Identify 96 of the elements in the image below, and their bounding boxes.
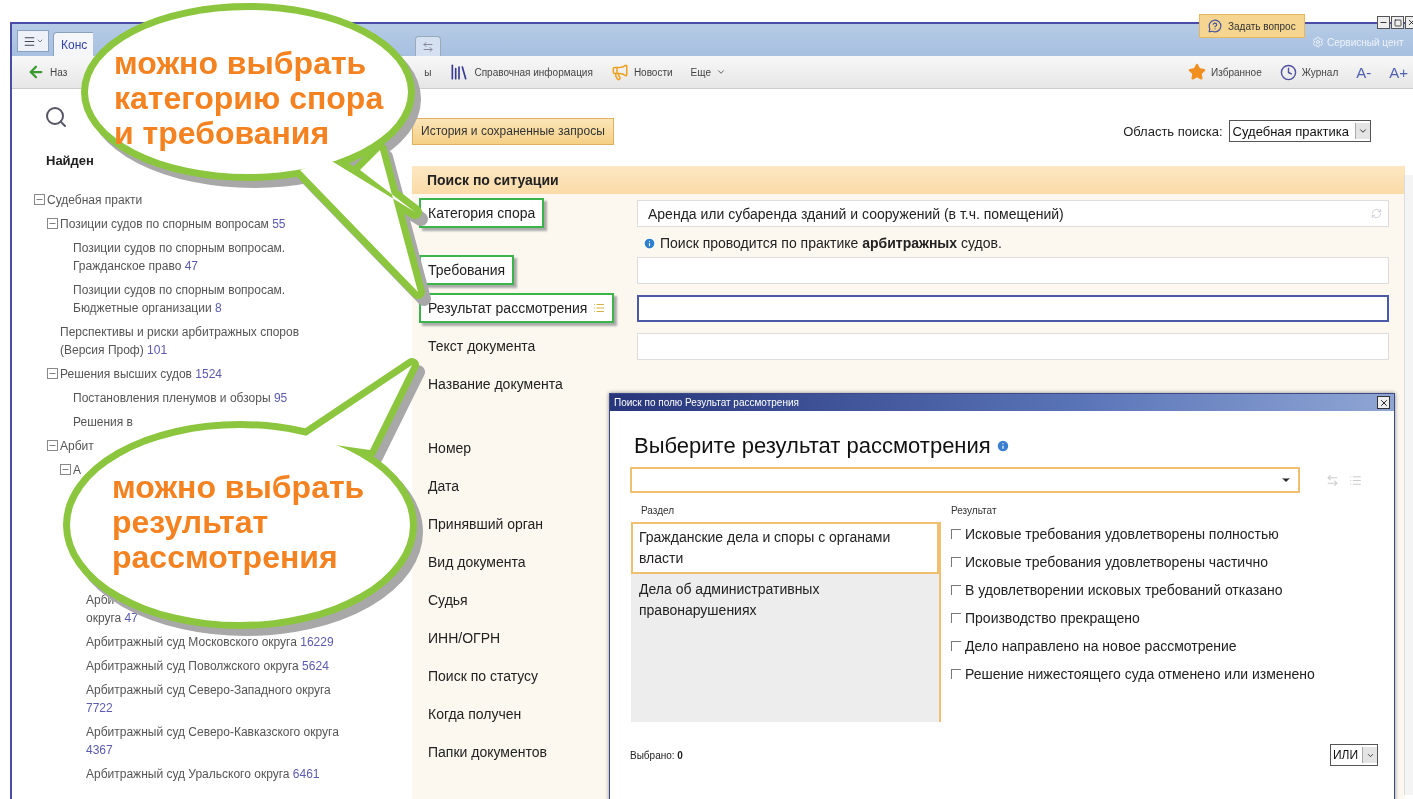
toolbar-button[interactable]: Избранное (1183, 63, 1267, 81)
toolbar-button[interactable]: Справочная информация (444, 62, 598, 82)
field-label: Папки документов (427, 743, 548, 762)
callout-text: можно выбрать категорию спора и требования (114, 46, 384, 151)
caret-icon (715, 67, 726, 77)
question-icon (1208, 19, 1222, 33)
tree-item[interactable]: Решения высших судов 1524 (60, 365, 222, 383)
sidebar-title: Найден (46, 153, 95, 168)
tree-toggle[interactable] (47, 218, 58, 229)
tree-item[interactable]: Позиции судов по спорным вопросам. Бюджетные организации 8 (73, 281, 340, 317)
result-checkbox[interactable]: Исковые требования удовлетворены частично (951, 554, 1394, 570)
field-label: Номер (427, 439, 473, 458)
menu-icon (22, 34, 36, 48)
checkbox[interactable] (951, 669, 961, 679)
scope-select[interactable]: Судебная практика (1228, 120, 1371, 142)
new-tab-button[interactable] (415, 36, 441, 56)
toolbar-button[interactable]: Новости (605, 63, 678, 81)
tree-item[interactable]: Арбит (60, 437, 94, 455)
ask-question-button[interactable]: Задать вопрос (1199, 14, 1305, 38)
field-label: Название документа (427, 375, 564, 394)
tree-item[interactable]: Постановления пленумов и обзоры 95 (73, 389, 288, 407)
column-header: Результат (950, 504, 998, 518)
scrollbar[interactable] (1404, 175, 1413, 795)
arrows-icon (422, 40, 434, 53)
tree-item[interactable]: Судебная практи (47, 191, 143, 209)
clock-icon (1279, 63, 1297, 81)
panel-title: Поиск по ситуации (412, 166, 1405, 194)
menu-button[interactable] (17, 30, 49, 52)
tree-toggle[interactable] (47, 368, 58, 379)
info-icon (995, 439, 1010, 453)
checkbox[interactable] (951, 613, 961, 623)
maximize-icon (1393, 18, 1402, 27)
caret-icon (35, 37, 44, 45)
tree-item[interactable]: Арбитражный суд Поволжского округа 5624 (86, 657, 329, 675)
tree-item[interactable]: Позиции судов по спорным вопросам. Гражданское право 47 (73, 239, 340, 275)
field-label: Текст документа (427, 337, 537, 356)
font-size-button[interactable]: A+ (1384, 63, 1413, 81)
tree-toggle[interactable] (34, 194, 45, 205)
caret-icon (1358, 126, 1368, 136)
tree-item[interactable]: Арбитражный суд Московского округа 16229 (86, 633, 334, 651)
more-menu-button[interactable]: Еще (685, 66, 731, 78)
dialog-heading: Выберите результат рассмотрения (634, 433, 991, 459)
result-checkbox[interactable]: В удовлетворении исковых требований отказано (951, 582, 1394, 598)
megaphone-icon (610, 63, 629, 81)
result-checkbox[interactable]: Решение нижестоящего суда отменено или изменено (951, 666, 1394, 682)
tree-item[interactable]: А (73, 461, 81, 479)
search-list-icon (44, 105, 68, 129)
tree-item[interactable]: Решения в (73, 413, 133, 431)
close-icon (1378, 397, 1389, 408)
tree-toggle[interactable] (47, 440, 58, 451)
checkbox[interactable] (951, 641, 961, 651)
checkbox[interactable] (951, 585, 961, 595)
field-label: Дата (427, 477, 460, 496)
checkbox[interactable] (951, 557, 961, 567)
input-field[interactable]: Аренда или субаренда зданий и сооружений (в т.ч. помещений) (637, 200, 1389, 227)
result-checkbox[interactable]: Производство прекращено (951, 610, 1394, 626)
input-field[interactable] (637, 295, 1389, 322)
document-tab[interactable]: Конс (53, 32, 93, 56)
column-header: Раздел (640, 504, 676, 518)
field-label: Категория спора (419, 198, 545, 228)
tree-item[interactable]: Арбитражный суд Северо-Кавказского округа 4367 (86, 723, 340, 759)
tree-item[interactable]: Арбитражный суд Уральского округа 6461 (86, 765, 320, 783)
back-button[interactable]: Наз (22, 63, 73, 81)
history-button[interactable]: История и сохраненные запросы (412, 117, 614, 145)
dialog-title: Поиск по полю Результат рассмотрения (614, 397, 799, 408)
field-label: Вид документа (427, 553, 527, 572)
minimize-button[interactable] (1377, 16, 1390, 29)
section-item[interactable]: Дела об административных правонарушениях (631, 574, 939, 626)
operator-select[interactable]: ИЛИ (1329, 744, 1378, 766)
checkbox[interactable] (951, 529, 961, 539)
tree-item[interactable]: Позиции судов по спорным вопросам 55 (60, 215, 286, 233)
result-checkbox[interactable]: Исковые требования удовлетворены полностью (951, 526, 1394, 542)
field-label: Когда получен (427, 705, 523, 724)
tree-item[interactable]: Арбитражный суд Северо-Западного округа 7722 (86, 681, 340, 717)
gear-icon (1312, 36, 1324, 48)
info-icon (643, 236, 656, 250)
selected-count: Выбрано: 0 (630, 749, 683, 761)
callout-text: можно выбрать результат рассмотрения (112, 470, 365, 575)
section-item[interactable]: Гражданские дела и споры с органами власти (631, 522, 939, 574)
close-button[interactable] (1377, 396, 1390, 409)
field-label: Требования (419, 255, 515, 285)
tree-item[interactable]: Перспективы и риски арбитражных споров (Версия Проф) 101 (60, 323, 340, 359)
field-label: Судья (427, 591, 469, 610)
maximize-button[interactable] (1391, 16, 1404, 29)
toolbar-button[interactable]: Журнал (1274, 63, 1344, 81)
toolbar-button[interactable]: ы (419, 66, 437, 78)
note-text: Поиск проводится по практике арбитражных судов. (660, 235, 1002, 251)
tree-toggle[interactable] (60, 464, 71, 475)
field-label: Поиск по статусу (427, 667, 540, 686)
scope-label: Область поиска: (1123, 123, 1223, 139)
field-label: ИНН/ОГРН (427, 629, 502, 648)
result-checkbox[interactable]: Дело направлено на новое рассмотрение (951, 638, 1394, 654)
font-size-button[interactable]: A- (1351, 63, 1377, 81)
field-label: Результат рассмотрения (419, 293, 615, 323)
field-label: Принявший орган (427, 515, 545, 534)
star-icon (1188, 63, 1207, 81)
